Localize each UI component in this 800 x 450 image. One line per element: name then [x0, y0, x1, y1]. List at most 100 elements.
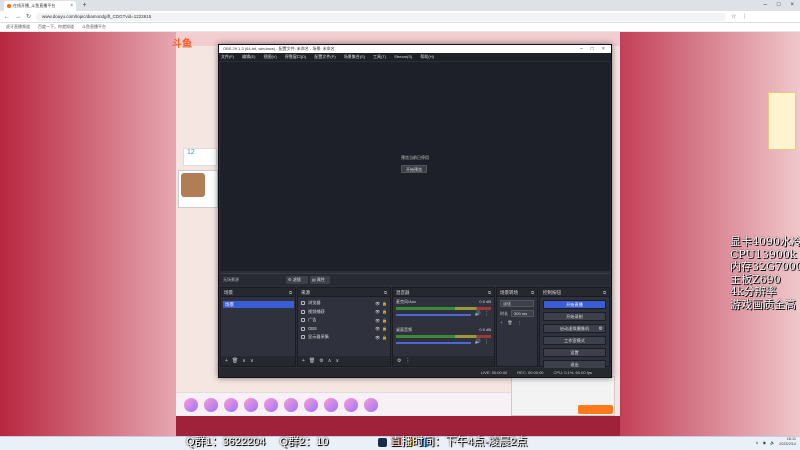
eye-icon[interactable]: 👁: [375, 301, 380, 306]
bookmark-item[interactable]: 斗鱼直播平台: [82, 24, 106, 30]
volume-track[interactable]: [396, 314, 471, 316]
close-icon[interactable]: ×: [790, 0, 794, 11]
duration-input[interactable]: 300 ms: [511, 310, 534, 317]
add-scene-icon[interactable]: +: [225, 358, 228, 364]
dock-float-icon[interactable]: ⧉: [488, 288, 491, 297]
douyu-logo[interactable]: 斗鱼: [172, 35, 192, 50]
preview-disabled-message: 预览当前已停用: [401, 155, 429, 160]
clock[interactable]: 16:11 2023/2/14: [779, 437, 796, 447]
tray-chevron-icon[interactable]: ∧: [756, 440, 759, 445]
url-input[interactable]: www.douyu.com/topic/diamondgift_CDGTvid=…: [36, 12, 727, 21]
obs-minimize-icon[interactable]: –: [580, 45, 583, 53]
source-item[interactable]: 浏览器 👁 🔒: [298, 299, 390, 308]
eye-icon[interactable]: 👁: [375, 326, 380, 331]
menu-view[interactable]: 视图(V): [263, 53, 276, 61]
gift-icon[interactable]: [324, 397, 338, 412]
source-item[interactable]: 广告 👁 🔒: [298, 316, 390, 325]
gift-icon[interactable]: [204, 397, 218, 412]
dock-float-icon[interactable]: ⧉: [603, 288, 606, 297]
lock-icon[interactable]: 🔒: [382, 318, 387, 323]
gift-icon[interactable]: [224, 397, 238, 412]
start-preview-button[interactable]: 开始预览: [401, 165, 427, 173]
lock-icon[interactable]: 🔒: [382, 301, 387, 306]
filter-button[interactable]: ⚙ 滤镜: [286, 276, 308, 284]
forward-icon[interactable]: →: [15, 14, 21, 20]
move-down-icon[interactable]: ∨: [250, 358, 254, 364]
source-item[interactable]: OBS 👁 🔒: [298, 325, 390, 334]
menu-docks[interactable]: 停靠窗口(D): [285, 53, 307, 61]
menu-help[interactable]: 帮助(H): [420, 53, 434, 61]
speaker-icon[interactable]: 🔊: [475, 339, 481, 345]
remove-source-icon[interactable]: 🗑: [309, 358, 315, 364]
start-streaming-button[interactable]: 开始直播: [543, 300, 606, 309]
remove-transition-icon[interactable]: 🗑: [507, 320, 512, 325]
gift-icon[interactable]: [344, 397, 358, 412]
move-down-icon[interactable]: ∨: [335, 358, 339, 364]
gift-icon[interactable]: [184, 397, 198, 412]
gift-icon[interactable]: [304, 397, 318, 412]
network-icon[interactable]: ◉: [763, 440, 767, 445]
volume-slider[interactable]: 🔊 ⋮: [396, 339, 491, 345]
settings-button[interactable]: 设置: [543, 348, 606, 357]
mixer-menu-icon[interactable]: ⋮: [405, 358, 410, 364]
dock-float-icon[interactable]: ⧉: [531, 288, 534, 297]
lock-icon[interactable]: 🔒: [382, 335, 387, 340]
add-source-icon[interactable]: +: [302, 358, 305, 364]
source-item[interactable]: 视频捕获 👁 🔒: [298, 308, 390, 317]
menu-scene-collection[interactable]: 场景集合(S): [344, 53, 365, 61]
properties-button[interactable]: ▤ 属性: [310, 276, 330, 284]
eye-icon[interactable]: 👁: [375, 318, 380, 323]
lock-icon[interactable]: 🔒: [382, 326, 387, 331]
source-item[interactable]: 显示器采集 👁 🔒: [298, 333, 390, 342]
close-tab-icon[interactable]: ×: [70, 3, 73, 9]
virtual-camera-button[interactable]: 启动虚拟摄像机 ⚙: [543, 324, 606, 333]
gift-icon[interactable]: [284, 397, 298, 412]
send-chat-button[interactable]: [578, 405, 613, 414]
back-icon[interactable]: ←: [4, 14, 10, 20]
menu-profile[interactable]: 配置文件(P): [314, 53, 335, 61]
add-transition-icon[interactable]: +: [500, 320, 502, 325]
scene-list-item[interactable]: 场景: [223, 301, 294, 308]
studio-mode-button[interactable]: 工作室模式: [543, 336, 606, 345]
streamer-avatar[interactable]: [181, 173, 205, 197]
menu-icon[interactable]: ⋮: [741, 13, 747, 20]
gift-icon[interactable]: [244, 397, 258, 412]
reload-icon[interactable]: ↻: [26, 13, 31, 20]
channel-menu-icon[interactable]: ⋮: [484, 311, 489, 317]
lock-icon[interactable]: 🔒: [382, 309, 387, 314]
dock-float-icon[interactable]: ⧉: [289, 288, 292, 297]
gift-icon[interactable]: [364, 397, 378, 412]
volume-slider[interactable]: 🔊 ⋮: [396, 311, 491, 317]
menu-stream[interactable]: Stream(S): [394, 53, 412, 61]
advanced-audio-icon[interactable]: ⚙: [397, 358, 401, 364]
start-recording-button[interactable]: 开始录制: [543, 312, 606, 321]
star-icon[interactable]: ☆: [731, 13, 736, 20]
bookmark-item[interactable]: 虎牙直播频道: [6, 24, 30, 30]
right-ad-banner[interactable]: [768, 92, 796, 150]
eye-icon[interactable]: 👁: [375, 309, 380, 314]
transition-menu-icon[interactable]: ⋮: [517, 320, 521, 325]
minimize-icon[interactable]: –: [764, 0, 767, 11]
menu-edit[interactable]: 编辑(E): [242, 53, 255, 61]
browser-tab[interactable]: 在线开播_斗鱼直播平台 ×: [4, 1, 76, 11]
new-tab-button[interactable]: +: [80, 1, 89, 10]
move-up-icon[interactable]: ∧: [242, 358, 246, 364]
gift-icon[interactable]: [264, 397, 278, 412]
bookmark-item[interactable]: 百度一下，你就知道: [38, 24, 74, 30]
menu-file[interactable]: 文件(F): [221, 53, 234, 61]
move-up-icon[interactable]: ∧: [328, 358, 332, 364]
maximize-icon[interactable]: □: [777, 0, 781, 11]
transition-type-select[interactable]: 淡化: [500, 300, 534, 307]
volume-icon[interactable]: 🔈: [770, 440, 775, 445]
eye-icon[interactable]: 👁: [375, 335, 380, 340]
dock-float-icon[interactable]: ⧉: [384, 288, 387, 297]
remove-scene-icon[interactable]: 🗑: [232, 358, 238, 364]
volume-track[interactable]: [396, 342, 471, 344]
channel-menu-icon[interactable]: ⋮: [484, 339, 489, 345]
obs-close-icon[interactable]: ×: [602, 45, 605, 53]
source-settings-icon[interactable]: ⚙: [319, 358, 323, 364]
obs-maximize-icon[interactable]: □: [591, 45, 594, 53]
gear-icon[interactable]: ⚙: [599, 325, 603, 333]
menu-tools[interactable]: 工具(T): [373, 53, 386, 61]
speaker-icon[interactable]: 🔊: [475, 311, 481, 317]
